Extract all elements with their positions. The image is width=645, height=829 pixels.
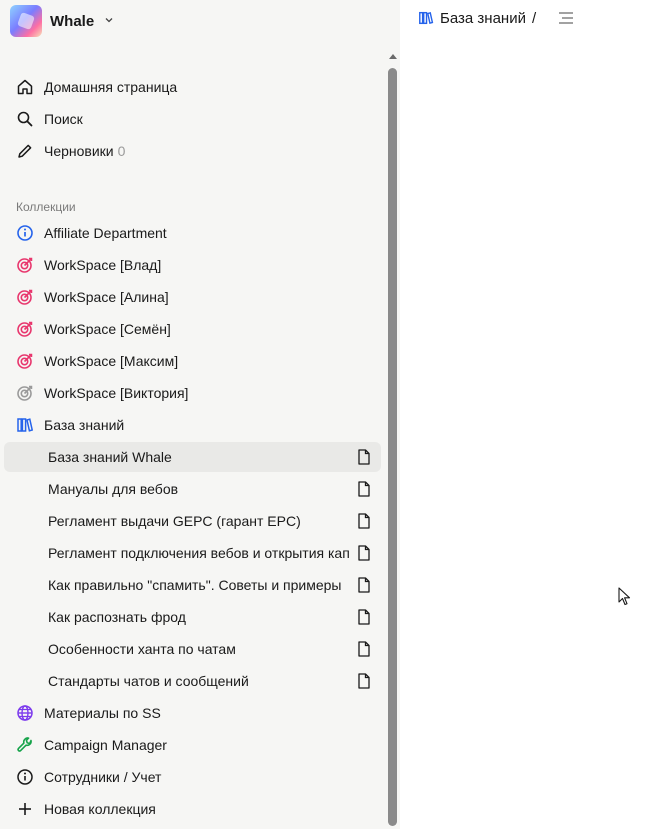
nav-search[interactable]: Поиск: [16, 105, 83, 133]
collection-label: WorkSpace [Алина]: [44, 289, 169, 305]
breadcrumb: База знаний /: [418, 6, 574, 30]
collection-affiliate-department[interactable]: Affiliate Department: [16, 219, 167, 247]
document-label: Мануалы для вебов: [48, 481, 179, 497]
document-item[interactable]: Стандарты чатов и сообщений: [4, 666, 381, 696]
nav-drafts-label: Черновики: [44, 143, 114, 159]
breadcrumb-collection-link[interactable]: База знаний: [440, 10, 526, 27]
scrollbar-thumb[interactable]: [388, 68, 397, 826]
sidebar: Whale Домашняя страница Поиск Черновики …: [0, 0, 400, 829]
document-item[interactable]: Особенности ханта по чатам: [4, 634, 381, 664]
document-icon: [358, 673, 370, 689]
document-item[interactable]: Мануалы для вебов: [4, 474, 381, 504]
document-label: Как распознать фрод: [48, 609, 186, 625]
target-icon: [16, 320, 34, 338]
collection-knowledge-base[interactable]: База знаний: [16, 411, 124, 439]
books-icon: [16, 416, 34, 434]
document-item[interactable]: Регламент выдачи GEPC (гарант EPC): [4, 506, 381, 536]
document-icon: [358, 449, 370, 465]
collection-employees[interactable]: Сотрудники / Учет: [16, 763, 161, 791]
collection-materials-ss[interactable]: Материалы по SS: [16, 699, 161, 727]
mouse-cursor-icon: [618, 587, 632, 612]
collection-label: WorkSpace [Виктория]: [44, 385, 189, 401]
document-icon: [358, 481, 370, 497]
info-icon: [16, 768, 34, 786]
sidebar-scroll-area: Домашняя страница Поиск Черновики 0 Колл…: [0, 56, 384, 829]
collection-label: База знаний: [44, 417, 125, 433]
collection-workspace-semen[interactable]: WorkSpace [Семён]: [16, 315, 171, 343]
document-item[interactable]: Регламент подключения вебов и открытия к…: [4, 538, 381, 568]
document-label: Как правильно "спамить". Советы и пример…: [48, 577, 342, 593]
document-icon: [358, 513, 370, 529]
scroll-up-arrow-icon[interactable]: [389, 54, 397, 59]
info-icon: [16, 224, 34, 242]
workspace-logo-icon: [10, 5, 42, 37]
collection-workspace-alina[interactable]: WorkSpace [Алина]: [16, 283, 169, 311]
document-icon: [358, 641, 370, 657]
collection-label: Сотрудники / Учет: [44, 769, 162, 785]
target-icon: [16, 384, 34, 402]
collection-workspace-maksim[interactable]: WorkSpace [Максим]: [16, 347, 178, 375]
document-item[interactable]: Как распознать фрод: [4, 602, 381, 632]
target-icon: [16, 288, 34, 306]
nav-home-label: Домашняя страница: [44, 79, 178, 95]
collection-label: Материалы по SS: [44, 705, 161, 721]
wrench-icon: [16, 736, 34, 754]
document-label: Особенности ханта по чатам: [48, 641, 236, 657]
nav-drafts[interactable]: Черновики 0: [16, 137, 125, 165]
collection-campaign-manager[interactable]: Campaign Manager: [16, 731, 167, 759]
new-collection-label: Новая коллекция: [44, 801, 156, 817]
target-icon: [16, 352, 34, 370]
document-icon: [358, 577, 370, 593]
document-icon: [358, 545, 370, 561]
plus-icon: [16, 800, 34, 818]
breadcrumb-separator: /: [531, 9, 537, 27]
outline-menu-icon[interactable]: [558, 11, 574, 25]
search-icon: [16, 110, 34, 128]
collection-label: WorkSpace [Семён]: [44, 321, 171, 337]
new-collection-button[interactable]: Новая коллекция: [16, 795, 156, 823]
sidebar-scrollbar[interactable]: [385, 50, 399, 829]
collection-label: WorkSpace [Максим]: [44, 353, 179, 369]
chevron-down-icon: [104, 15, 114, 28]
nav-search-label: Поиск: [44, 111, 83, 127]
document-item[interactable]: Как правильно "спамить". Советы и пример…: [4, 570, 381, 600]
document-label: Стандарты чатов и сообщений: [48, 673, 249, 689]
home-icon: [16, 78, 34, 96]
collections-heading: Коллекции: [16, 200, 76, 214]
workspace-switcher[interactable]: Whale: [10, 5, 114, 37]
target-icon: [16, 256, 34, 274]
collection-label: Affiliate Department: [44, 225, 167, 241]
document-label: Регламент подключения вебов и открытия к…: [48, 545, 350, 561]
collection-workspace-vlad[interactable]: WorkSpace [Влад]: [16, 251, 161, 279]
globe-icon: [16, 704, 34, 722]
document-item[interactable]: База знаний Whale: [4, 442, 381, 472]
document-label: База знаний Whale: [48, 449, 172, 465]
document-label: Регламент выдачи GEPC (гарант EPC): [48, 513, 301, 529]
pencil-icon: [16, 142, 34, 160]
workspace-name: Whale: [50, 12, 95, 30]
document-icon: [358, 609, 370, 625]
collection-label: WorkSpace [Влад]: [44, 257, 162, 273]
drafts-count: 0: [117, 143, 126, 159]
books-icon: [418, 10, 434, 26]
collection-workspace-viktoria[interactable]: WorkSpace [Виктория]: [16, 379, 188, 407]
nav-home[interactable]: Домашняя страница: [16, 73, 177, 101]
collection-label: Campaign Manager: [44, 737, 167, 753]
